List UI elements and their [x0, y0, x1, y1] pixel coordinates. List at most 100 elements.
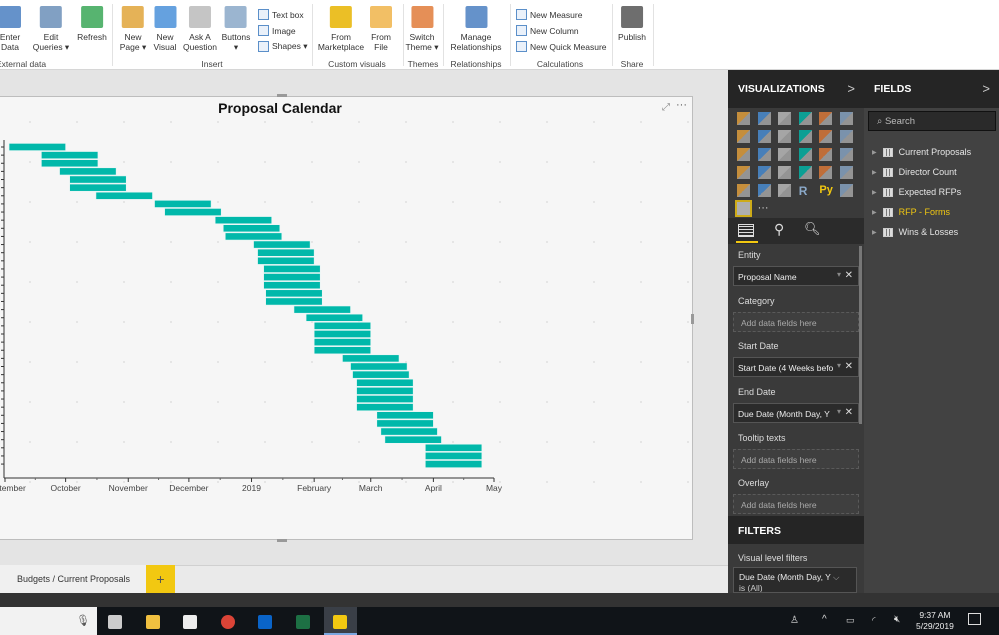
line-chart-icon[interactable] [737, 130, 750, 143]
refresh-button[interactable]: Refresh [77, 6, 107, 42]
gantt-bar[interactable] [41, 151, 99, 160]
from-file-button[interactable]: From File [370, 6, 392, 52]
dropdown-icon[interactable]: ▾ [836, 361, 841, 370]
field-well[interactable]: Add data fields here [733, 312, 859, 332]
image-button[interactable]: Image [258, 25, 296, 36]
100-stacked-column-icon[interactable] [840, 112, 853, 125]
volume-muted-icon[interactable]: 🔇︎ [894, 614, 900, 625]
resize-handle-top[interactable] [277, 94, 287, 97]
gantt-bar[interactable] [253, 240, 311, 249]
new-quick-measure-button[interactable]: New Quick Measure [516, 41, 607, 52]
expand-icon[interactable]: ▶ [872, 189, 877, 196]
gantt-bar[interactable] [424, 452, 483, 460]
field-well[interactable]: Add data fields here [733, 494, 859, 514]
resize-handle-right[interactable] [691, 314, 694, 324]
focus-mode-icon[interactable]: ⤢ [662, 102, 670, 113]
gantt-bar[interactable] [95, 191, 153, 200]
field-table-item[interactable]: ▶ Current Proposals [872, 147, 971, 157]
expand-icon[interactable]: ▶ [872, 229, 877, 236]
task-view-icon[interactable] [108, 615, 122, 629]
gantt-bar[interactable] [376, 411, 434, 420]
dropdown-icon[interactable]: ▾ [836, 407, 841, 416]
remove-field-icon[interactable]: ✕ [844, 407, 853, 418]
action-center-icon[interactable] [968, 613, 981, 625]
add-page-button[interactable]: + [146, 565, 175, 593]
gantt-bar[interactable] [356, 395, 414, 403]
wifi-icon[interactable]: ◜ [872, 615, 876, 626]
gantt-bar[interactable] [313, 346, 372, 355]
format-paint-roller-icon[interactable]: ⚲ [774, 221, 784, 238]
people-icon[interactable]: ♙ [790, 615, 799, 626]
new-measure-button[interactable]: New Measure [516, 9, 582, 20]
gantt-bar[interactable] [224, 232, 283, 241]
expand-icon[interactable]: ▶ [872, 209, 877, 216]
text-box-button[interactable]: Text box [258, 9, 304, 20]
more-options-icon[interactable]: ··· [676, 99, 687, 111]
gantt-bar[interactable] [257, 256, 315, 265]
new-column-button[interactable]: New Column [516, 25, 579, 36]
gantt-bar[interactable] [342, 354, 400, 363]
manage-relationships-button[interactable]: Manage Relationships [450, 6, 502, 52]
python-visual-icon[interactable]: Py [819, 184, 835, 197]
gantt-bar[interactable] [424, 443, 483, 452]
gantt-bar[interactable] [222, 224, 281, 233]
remove-field-icon[interactable]: ✕ [844, 361, 853, 372]
chevron-down-icon[interactable]: ⌵ [833, 572, 839, 582]
gantt-bar[interactable] [350, 362, 408, 371]
more-visuals-icon[interactable]: ··· [758, 202, 771, 215]
clock[interactable]: 9:37 AM 5/29/2019 [916, 610, 954, 632]
buttons-button[interactable]: Buttons ▾ [222, 6, 250, 52]
expand-icon[interactable]: ▶ [872, 169, 877, 176]
gantt-bar[interactable] [154, 200, 212, 208]
gantt-bar[interactable] [69, 175, 127, 184]
treemap-icon[interactable] [819, 148, 833, 161]
dropdown-icon[interactable]: ▾ [836, 270, 841, 279]
kpi-icon[interactable] [840, 166, 853, 179]
gantt-bar[interactable] [356, 403, 414, 412]
100-stacked-bar-icon[interactable] [819, 112, 833, 125]
gantt-bar[interactable] [313, 330, 372, 338]
power-bi-icon[interactable] [333, 615, 347, 629]
gantt-bar[interactable] [263, 281, 321, 290]
gantt-bar[interactable] [59, 167, 117, 176]
taskbar-search-box[interactable]: 🎙︎ [0, 607, 97, 635]
resize-handle-bottom[interactable] [277, 539, 287, 542]
gantt-bar[interactable] [352, 370, 410, 379]
gantt-bar[interactable] [356, 386, 414, 395]
pie-icon[interactable] [778, 148, 792, 161]
collapse-fields-icon[interactable]: > [982, 81, 990, 96]
gantt-icon[interactable] [735, 200, 752, 217]
map-icon[interactable] [840, 148, 853, 161]
stacked-area-icon[interactable] [778, 130, 792, 143]
ribbon-chart-icon[interactable] [840, 130, 853, 143]
outlook-icon[interactable] [258, 615, 272, 629]
area-chart-icon[interactable] [757, 130, 771, 143]
microphone-icon[interactable]: 🎙︎ [76, 614, 90, 627]
from-marketplace-button[interactable]: From Marketplace [318, 6, 364, 52]
slicer-icon[interactable] [737, 184, 750, 197]
ask-question-button[interactable]: Ask A Question [183, 6, 217, 52]
gantt-bar[interactable] [265, 297, 323, 306]
gantt-bar[interactable] [305, 313, 363, 322]
donut-icon[interactable] [798, 148, 812, 161]
gantt-bar[interactable] [263, 273, 321, 281]
gantt-bar[interactable] [265, 289, 323, 298]
field-well[interactable]: Add data fields here [733, 449, 859, 469]
scatter-icon[interactable] [757, 148, 771, 161]
gantt-bar[interactable] [293, 305, 351, 314]
matrix-icon[interactable] [778, 184, 792, 197]
gantt-bar[interactable] [424, 460, 483, 468]
gantt-bar[interactable] [257, 248, 315, 257]
analytics-magnifier-icon[interactable]: 🔍︎ [804, 221, 821, 237]
battery-icon[interactable]: ▭ [846, 615, 855, 626]
waterfall-icon[interactable] [737, 148, 750, 161]
chrome-icon[interactable] [220, 615, 235, 629]
edit-queries-button[interactable]: Edit Queries ▾ [33, 6, 69, 52]
new-page-button[interactable]: New Page ▾ [120, 6, 146, 52]
field-well[interactable]: Start Date (4 Weeks befo ▾ ✕ [733, 357, 859, 377]
multi-row-card-icon[interactable] [819, 166, 833, 179]
shapes-button[interactable]: Shapes ▾ [258, 41, 307, 52]
gantt-bar[interactable] [263, 265, 321, 273]
gantt-bar[interactable] [8, 143, 66, 151]
table-icon[interactable] [757, 184, 771, 197]
